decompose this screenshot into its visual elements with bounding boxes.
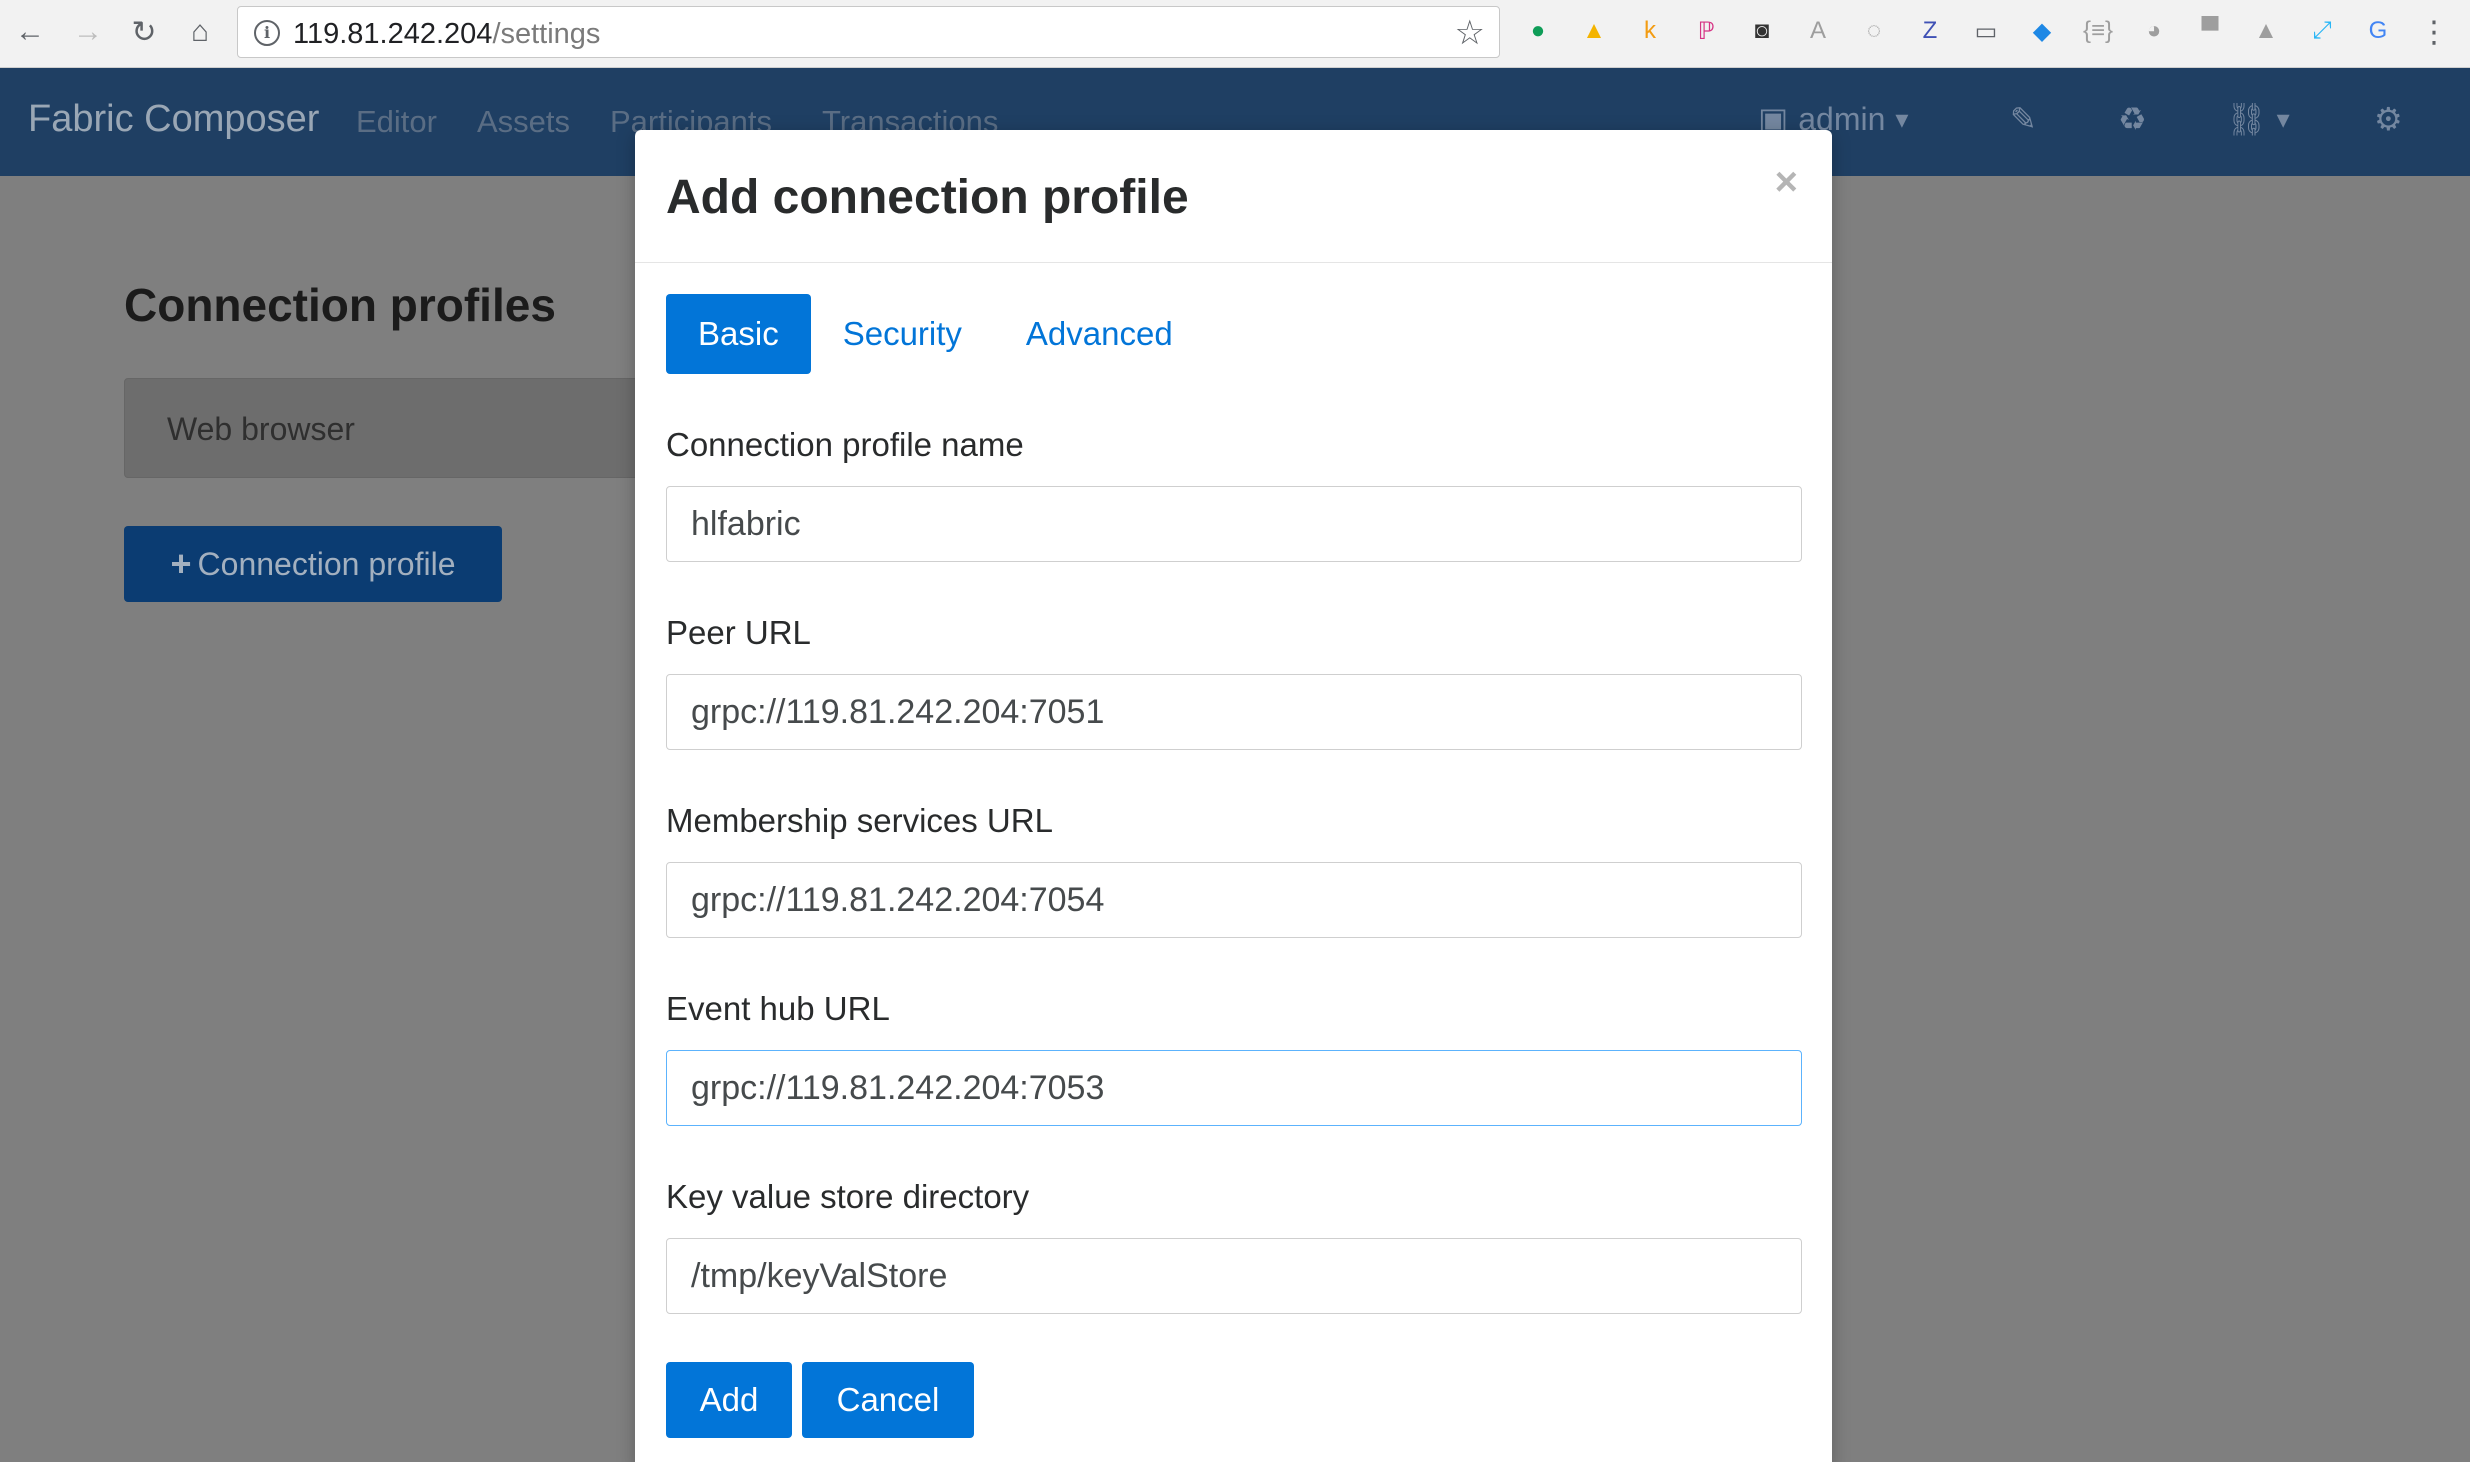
translate-extension-icon[interactable]: G [2360, 13, 2396, 49]
browser-menu-icon[interactable]: ⋮ [2414, 12, 2454, 52]
forward-icon[interactable]: → [68, 12, 108, 52]
tab-advanced[interactable]: Advanced [994, 294, 1205, 374]
event-hub-url-input[interactable] [666, 1050, 1802, 1126]
key-value-store-directory-label: Key value store directory [666, 1178, 1030, 1215]
membership-services-url-label: Membership services URL [666, 802, 1053, 839]
url-host: 119.81.242.204 [293, 18, 493, 50]
link-extension-icon[interactable]: ⤢ [2304, 13, 2340, 49]
diamond-extension-icon[interactable]: ◆ [2024, 13, 2060, 49]
z-extension-icon[interactable]: Z [1912, 13, 1948, 49]
page-title: Connection profiles [124, 279, 556, 331]
chat-extension-icon[interactable]: ◕ [2136, 13, 2172, 49]
p-extension-icon[interactable]: ℙ [1688, 13, 1724, 49]
close-icon[interactable]: × [1775, 160, 1798, 205]
network-menu[interactable]: ⛓ ▾ [2226, 100, 2290, 138]
brand-logo[interactable]: Fabric Composer [28, 98, 319, 141]
json-extension-icon[interactable]: ◌ [1856, 13, 1892, 49]
home-icon[interactable]: ⌂ [180, 12, 220, 52]
add-connection-profile-button[interactable]: + Connection profile [124, 526, 502, 602]
a-extension-icon[interactable]: A [1800, 13, 1836, 49]
tab-basic[interactable]: Basic [666, 294, 811, 374]
chevron-down-icon: ▾ [2276, 103, 2290, 134]
peer-url-label: Peer URL [666, 614, 811, 651]
back-icon[interactable]: ← [10, 12, 50, 52]
add-connection-profile-label: Connection profile [197, 545, 456, 582]
drive-extension-icon[interactable]: ▲ [1576, 13, 1612, 49]
address-bar[interactable]: i 119.81.242.204/settings ☆ [237, 6, 1500, 58]
braces-extension-icon[interactable]: {≡} [2080, 13, 2116, 49]
info-icon[interactable]: i [254, 20, 280, 46]
network-icon: ⛓ [2226, 101, 2267, 137]
reload-icon[interactable]: ↻ [124, 12, 164, 52]
modal-header: Add connection profile × [635, 130, 1832, 263]
profile-item-label: Web browser [167, 411, 355, 447]
event-hub-url-label: Event hub URL [666, 990, 890, 1027]
chevron-down-icon: ▾ [1895, 103, 1909, 134]
settings-gear-icon[interactable]: ⚙ [2374, 100, 2403, 138]
bookmark-star-icon[interactable]: ☆ [1455, 13, 1485, 53]
k-extension-icon[interactable]: k [1632, 13, 1668, 49]
add-connection-profile-modal: Add connection profile × Basic Security … [635, 130, 1832, 1462]
profile-item-web-browser[interactable]: Web browser [124, 378, 644, 478]
hangouts-extension-icon[interactable]: ● [1520, 13, 1556, 49]
nav-link-assets[interactable]: Assets [477, 104, 570, 140]
modal-tabs: Basic Security Advanced [666, 294, 1205, 374]
plus-icon: + [170, 543, 192, 584]
recycle-icon[interactable]: ♻ [2118, 100, 2147, 138]
cancel-button[interactable]: Cancel [802, 1362, 974, 1438]
add-button[interactable]: Add [666, 1362, 792, 1438]
membership-services-url-input[interactable] [666, 862, 1802, 938]
modal-title: Add connection profile [666, 171, 1189, 224]
browser-toolbar: ← → ↻ ⌂ i 119.81.242.204/settings ☆ ● ▲ k ℙ… [0, 0, 2470, 68]
nav-link-editor[interactable]: Editor [356, 104, 437, 140]
connection-profile-name-label: Connection profile name [666, 426, 1024, 463]
peer-url-input[interactable] [666, 674, 1802, 750]
tab-security[interactable]: Security [811, 294, 994, 374]
key-value-store-directory-input[interactable] [666, 1238, 1802, 1314]
monitor-extension-icon[interactable]: ▀ [2192, 13, 2228, 49]
drive-gray-extension-icon[interactable]: ▲ [2248, 13, 2284, 49]
cast-icon[interactable]: ▭ [1968, 13, 2004, 49]
url-path: /settings [492, 18, 601, 50]
url-text[interactable]: 119.81.242.204/settings [293, 18, 600, 51]
edit-icon[interactable]: ✎ [2010, 100, 2037, 138]
mask-extension-icon[interactable]: ◙ [1744, 13, 1780, 49]
connection-profile-name-input[interactable] [666, 486, 1802, 562]
